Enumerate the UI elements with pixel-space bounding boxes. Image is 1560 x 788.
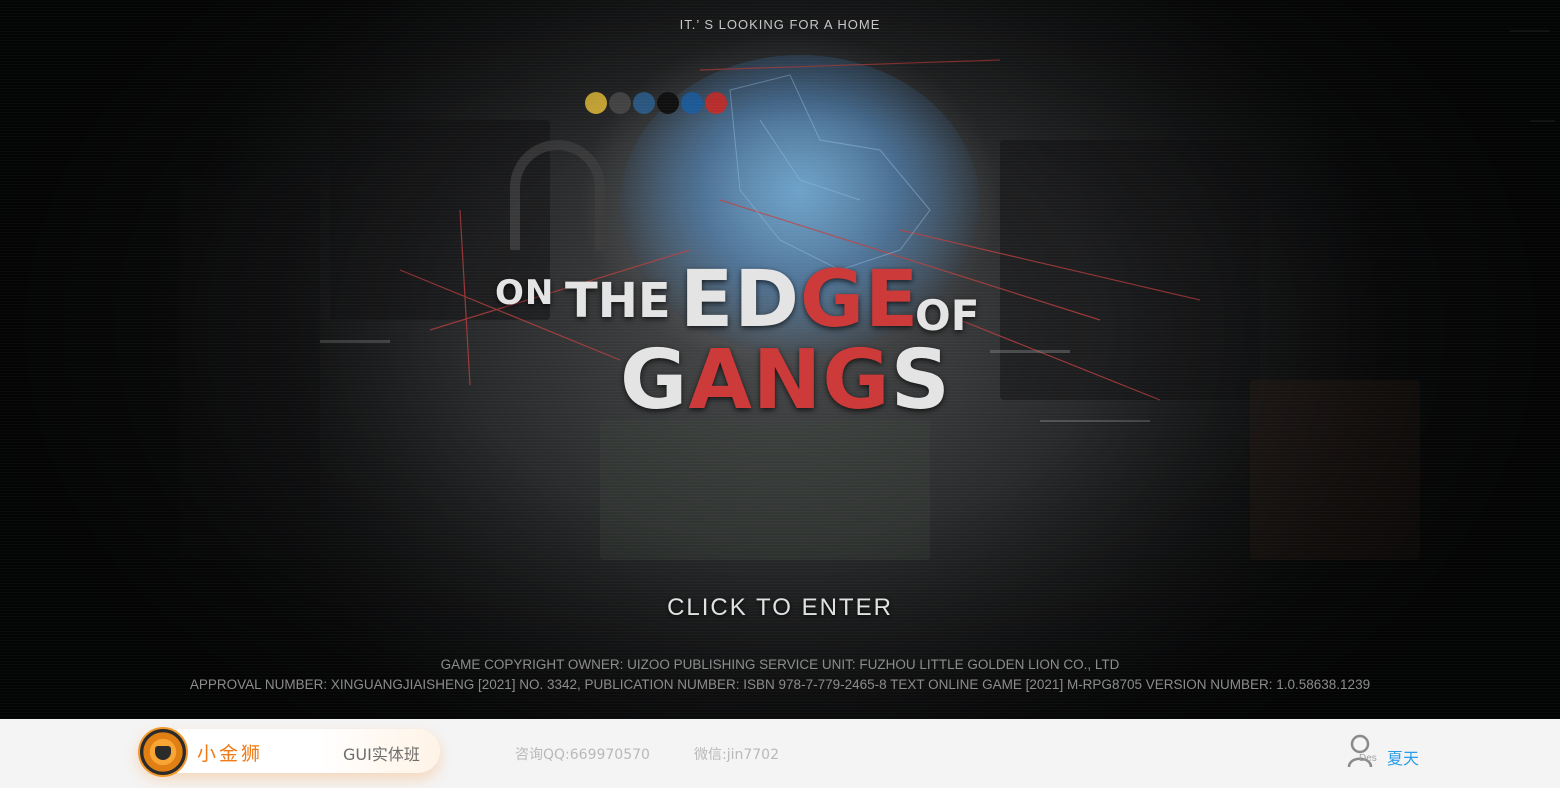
user-sub-label: Des — [1359, 753, 1377, 764]
footer-bar: 小金狮 GUI实体班 咨询QQ:669970570 微信:jin7702 Des… — [0, 719, 1560, 788]
game-logo: ON THE EDGE OF GANGS — [495, 255, 995, 428]
qq-contact: 咨询QQ:669970570 — [515, 747, 650, 763]
copyright-line-2: APPROVAL NUMBER: XINGUANGJIAISHENG [2021… — [189, 677, 1371, 692]
logo-gangs-c: S — [890, 333, 951, 428]
brand-name: 小金狮 — [197, 743, 264, 765]
logo-edge-b: GE — [800, 255, 920, 345]
logo-the: THE — [565, 273, 671, 329]
wechat-contact: 微信:jin7702 — [694, 747, 779, 763]
logo-gangs-a: G — [620, 333, 689, 428]
copyright-notice: GAME COPYRIGHT OWNER: UIZOO PUBLISHING S… — [0, 655, 1560, 695]
logo-gangs: GANGS — [620, 333, 951, 428]
user-name-link[interactable]: 夏天 — [1387, 745, 1419, 769]
brand-pill[interactable]: 小金狮 GUI实体班 — [138, 727, 440, 777]
brand-course: GUI实体班 — [343, 745, 420, 764]
logo-edge: EDGE — [680, 255, 919, 345]
logo-gangs-b: ANG — [688, 333, 891, 428]
logo-on: ON — [495, 273, 555, 313]
copyright-line-1: GAME COPYRIGHT OWNER: UIZOO PUBLISHING S… — [440, 657, 1120, 672]
lion-logo-icon — [138, 727, 188, 777]
hero-background[interactable]: IT.’ S LOOKING FOR A HOME ON THE EDGE OF… — [0, 0, 1560, 719]
logo-edge-a: ED — [680, 255, 801, 345]
click-to-enter-button[interactable]: CLICK TO ENTER — [0, 594, 1560, 622]
tagline: IT.’ S LOOKING FOR A HOME — [679, 17, 881, 32]
